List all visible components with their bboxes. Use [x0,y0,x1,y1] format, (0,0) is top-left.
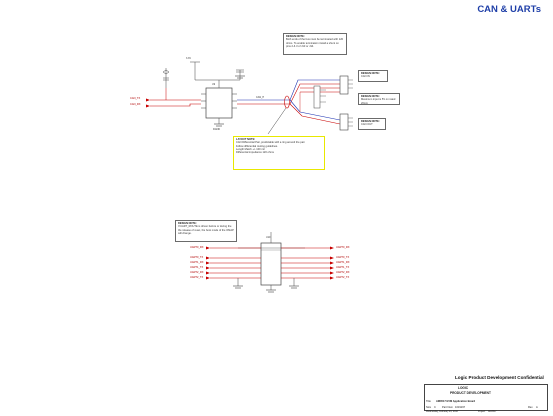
date-value: Wednesday, February 24, 2010 [426,411,458,413]
uart-net-right: UART1_TX [336,266,350,269]
can-out-connector [339,113,349,131]
can-in-note: DESIGN NOTE: CAN IN [358,70,388,82]
gnd-label: DGND [213,128,221,131]
rev-label: Rev [528,406,533,409]
can-layout-note: LAYOUT NOTE: CAN Differential Pair, pred… [233,136,325,170]
uart-net-left: UART0_RX [190,246,204,249]
company-name: LOGIC [458,386,469,390]
uart-net-right: UART0_RX [336,246,350,249]
uart-net-right: UART2_TX [336,276,350,279]
uart-buffer-chip [260,242,282,286]
title-label: Title [426,400,431,403]
can-transceiver-chip [205,87,233,119]
size-value: C [434,406,436,409]
can-out-note: DESIGN NOTE: CAN OUT [358,118,386,130]
uart-net-left: UART1_RX [190,261,204,264]
vcc-label: 3.3V [186,57,191,60]
ground-symbol [214,123,224,127]
can-termination-note: DESIGN NOTE: Both ends of the bus must b… [283,33,347,55]
can-in-connector [339,75,349,95]
uart-net-right: UART1_RX [336,261,350,264]
max-current-note: DESIGN NOTE: Maximum input is 5V on rate… [358,93,400,105]
uart-net-left: UART2_RX [190,271,204,274]
note-line: CAN IN [361,75,370,79]
uart-net-left: UART1_TX [190,266,204,269]
project-value: AM3517 [488,411,497,413]
can-rx-wire [150,103,201,107]
division-name: PRODUCT DEVELOPMENT [450,391,491,395]
uart-buffer-ref: U10 [266,236,271,239]
uart-net-right: UART2_RX [336,271,350,274]
port-arrow [146,98,150,102]
port-arrow [146,104,150,108]
uart-net-left: UART0_TX [190,256,204,259]
ground-symbol [233,285,243,289]
project-label: Project [478,411,486,413]
uart-console-note: DESIGN NOTE: If UART_ROUTE is driven bef… [175,220,237,242]
can-bus-label: CAN_H [256,96,265,99]
note-line: CAN OUT [361,123,373,127]
uart-net-left: UART2_TX [190,276,204,279]
size-label: Size [426,406,432,409]
note-line: Differential impedance 120 ohms [236,151,274,155]
schematic-sheet [146,61,548,406]
note-line: Maximum input is 5V on rated 20mA [361,98,396,105]
can-transceiver-ref: U9 [212,83,216,86]
net-label-can-rx: CAN_RX [130,103,141,106]
rev-value: A [536,406,538,409]
page-title: CAN & UARTs [477,4,541,15]
uart-net-right: UART0_TX [336,256,350,259]
net-label-can-tx: CAN_TX [130,97,141,100]
can-l-wire [237,83,340,105]
note-line: pins 2 & 3 of J13 or J14. [286,44,314,48]
diff-pair-ring [284,95,290,109]
vcc-wire [194,62,241,81]
ground-symbol [289,285,299,289]
note-leader [267,107,287,135]
termination-jumper [313,85,321,109]
part-label: Part Num [442,406,453,409]
part-value: 1019197 [455,406,466,409]
confidential-banner: Logic Product Development Confidential [455,375,544,380]
ground-symbol [266,289,276,293]
title-value: AM3517 EVM Application Board [436,400,476,403]
note-line: will change. [178,231,192,235]
